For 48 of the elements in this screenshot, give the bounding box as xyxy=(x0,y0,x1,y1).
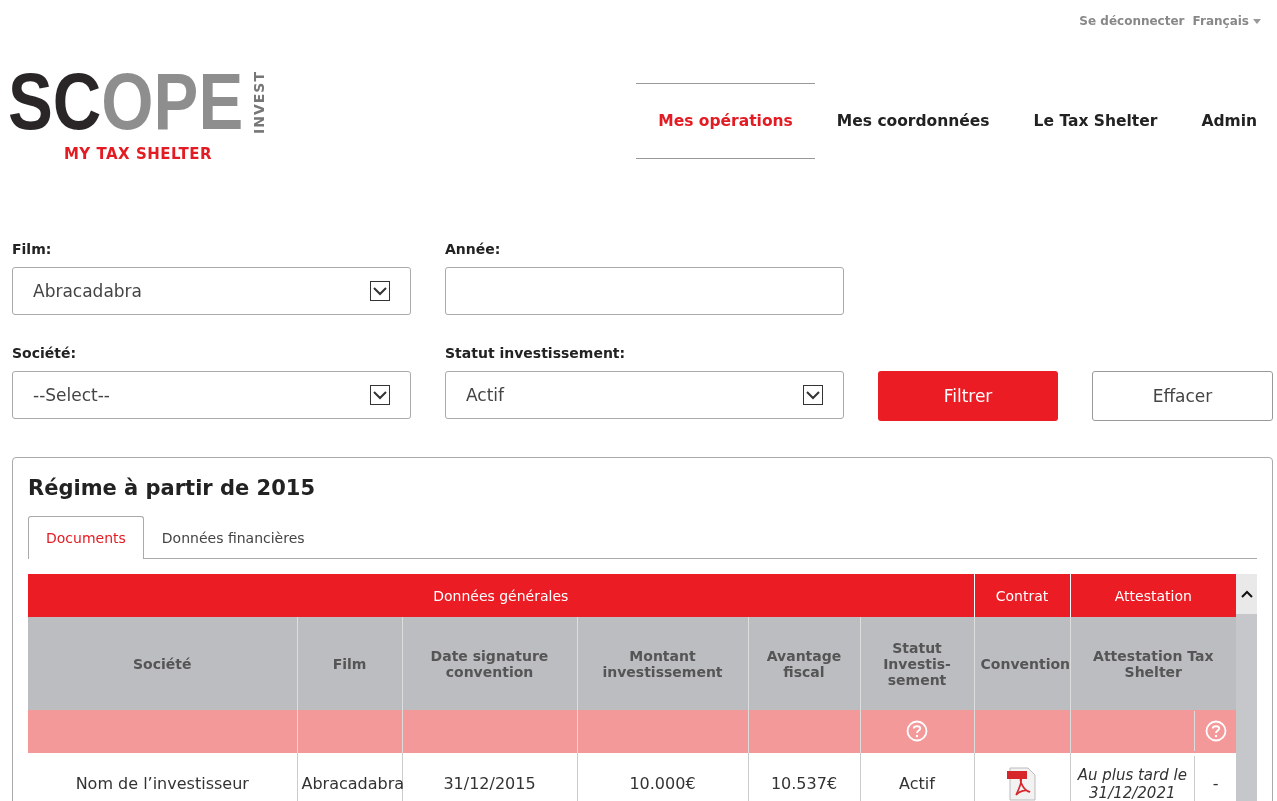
help-icon[interactable] xyxy=(906,720,928,743)
logo-subtitle: INVEST xyxy=(250,70,269,134)
logout-link[interactable]: Se déconnecter xyxy=(1079,11,1185,31)
column-header: Film xyxy=(297,617,402,710)
tab[interactable]: Données financières xyxy=(143,516,323,559)
field-label: Film: xyxy=(12,241,53,259)
column-header: Statut Investis-sement xyxy=(860,617,975,710)
table-cell: Nom de l’investisseur xyxy=(28,753,297,801)
clear-button[interactable]: Effacer xyxy=(1092,371,1273,421)
filter-button[interactable]: Filtrer xyxy=(878,371,1058,421)
scrollbar[interactable] xyxy=(1236,574,1258,801)
column-header: Montant investissement xyxy=(577,617,748,710)
field-label: Année: xyxy=(445,241,502,259)
dropdown-caret-icon xyxy=(803,385,823,405)
help-icon[interactable] xyxy=(1204,720,1227,743)
field-label: Statut investissement: xyxy=(445,345,627,363)
select-field[interactable]: Abracadabra xyxy=(12,267,411,315)
dropdown-caret-icon xyxy=(370,385,390,405)
logo-tagline: MY TAX SHELTER xyxy=(63,145,213,164)
group-header: Données générales xyxy=(28,574,975,618)
nav-link[interactable]: Mes coordonnées xyxy=(814,83,1012,159)
panel-title: Régime à partir de 2015 xyxy=(28,476,317,500)
select-field[interactable]: Actif xyxy=(445,371,844,419)
nav-link[interactable]: Admin xyxy=(1179,83,1257,159)
caret-icon xyxy=(1253,18,1261,24)
table-cell: 10.000€ xyxy=(577,753,748,801)
table-cell: 31/12/2015 xyxy=(402,753,577,801)
select-field[interactable]: --Select-- xyxy=(12,371,411,419)
column-header: Date signature convention xyxy=(402,617,577,710)
column-header: Attestation Tax Shelter xyxy=(1070,617,1237,710)
nav-link[interactable]: Mes opérations xyxy=(636,83,815,159)
column-header: Société xyxy=(28,617,297,710)
tab[interactable]: Documents xyxy=(28,516,144,559)
input-field[interactable] xyxy=(445,267,844,315)
table-cell: Abracadabra xyxy=(297,753,402,801)
scroll-up-icon[interactable] xyxy=(1240,590,1253,598)
column-header: Avantage fiscal xyxy=(748,617,860,710)
pdf-icon[interactable] xyxy=(1006,766,1039,801)
field-label: Société: xyxy=(12,345,78,363)
group-header: Contrat xyxy=(974,574,1071,618)
nav-link[interactable]: Le Tax Shelter xyxy=(1011,83,1180,159)
table-cell: Actif xyxy=(860,753,975,801)
column-header: Convention xyxy=(974,617,1071,710)
language-dropdown[interactable]: Français xyxy=(1192,11,1261,31)
group-header: Attestation xyxy=(1070,574,1237,618)
dropdown-caret-icon xyxy=(370,281,390,301)
table-cell: 10.537€ xyxy=(748,753,860,801)
table-cell-text: Au plus tard le 31/12/2021 xyxy=(1076,764,1188,801)
